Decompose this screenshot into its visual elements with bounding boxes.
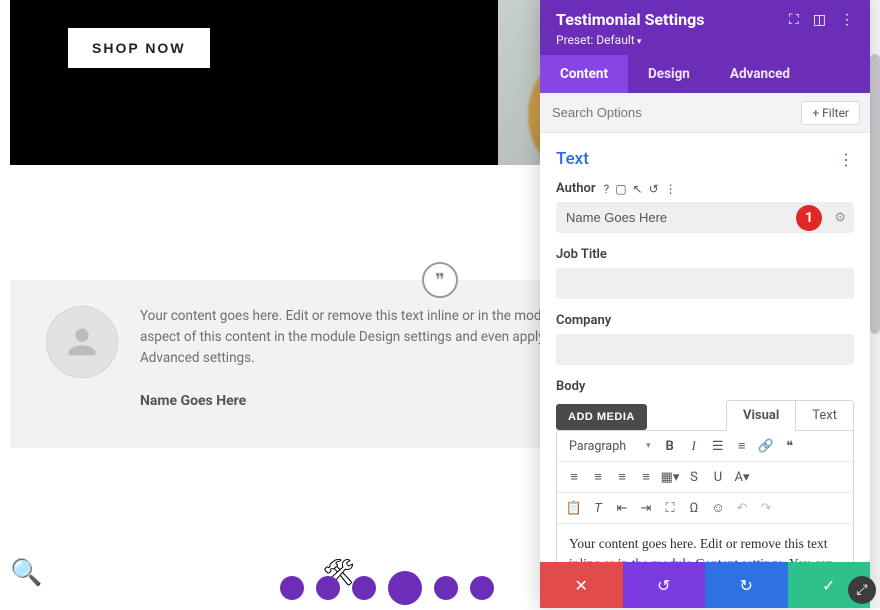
- format-select[interactable]: Paragraph: [563, 436, 657, 457]
- align-center-icon[interactable]: ≡: [587, 466, 609, 488]
- avatar: [46, 306, 118, 378]
- hover-icon[interactable]: ↖: [633, 182, 643, 196]
- bullet-list-icon[interactable]: ☰: [707, 435, 729, 457]
- search-row: + Filter: [540, 93, 870, 133]
- editor-body[interactable]: Your content goes here. Edit or remove t…: [557, 524, 853, 562]
- text-color-icon[interactable]: A▾: [731, 466, 753, 488]
- job-title-input[interactable]: [556, 268, 854, 299]
- field-menu-icon[interactable]: ⋮: [665, 182, 677, 196]
- company-input[interactable]: [556, 334, 854, 365]
- undo-button[interactable]: ↺: [623, 562, 706, 608]
- tabs: Content Design Advanced: [540, 55, 870, 93]
- visual-tab[interactable]: Visual: [726, 400, 795, 431]
- redo-button[interactable]: ↻: [705, 562, 788, 608]
- align-left-icon[interactable]: ≡: [563, 466, 585, 488]
- underline-icon[interactable]: U: [707, 466, 729, 488]
- align-right-icon[interactable]: ≡: [611, 466, 633, 488]
- company-label: Company: [556, 313, 611, 328]
- bold-icon[interactable]: B: [659, 435, 681, 457]
- italic-icon[interactable]: I: [683, 435, 705, 457]
- reset-icon[interactable]: ↺: [649, 182, 659, 196]
- link-icon[interactable]: 🔗: [755, 435, 777, 457]
- emoji-icon[interactable]: ☺: [707, 497, 729, 519]
- expand-fab-icon[interactable]: ⤢: [848, 576, 876, 604]
- responsive-icon[interactable]: ▢: [615, 182, 626, 196]
- scrollbar-thumb[interactable]: [870, 54, 880, 334]
- field-author: Author ? ▢ ↖ ↺ ⋮ 1 ⚙: [556, 181, 854, 233]
- field-body: Body ADD MEDIA Visual Text Paragraph B I…: [556, 379, 854, 562]
- pager-dot[interactable]: [434, 576, 458, 600]
- outdent-icon[interactable]: ⇤: [611, 497, 633, 519]
- section-menu-icon[interactable]: ⋮: [838, 150, 854, 169]
- paste-icon[interactable]: 📋: [563, 497, 585, 519]
- help-icon[interactable]: ?: [604, 182, 610, 196]
- indent-icon[interactable]: ⇥: [635, 497, 657, 519]
- scrollbar-track[interactable]: [870, 0, 880, 608]
- preset-dropdown[interactable]: Preset: Default: [556, 33, 854, 47]
- fullscreen-icon[interactable]: ⛶: [659, 497, 681, 519]
- text-tab[interactable]: Text: [795, 400, 854, 431]
- special-char-icon[interactable]: Ω: [683, 497, 705, 519]
- add-media-button[interactable]: ADD MEDIA: [556, 404, 647, 430]
- pager-dot-active[interactable]: [388, 571, 422, 605]
- undo-icon[interactable]: ↶: [731, 497, 753, 519]
- numbered-list-icon[interactable]: ≡: [731, 435, 753, 457]
- hero-left: SHOP NOW: [10, 0, 498, 165]
- callout-marker-1: 1: [796, 205, 822, 231]
- shop-now-button[interactable]: SHOP NOW: [68, 28, 210, 68]
- rich-text-editor: Paragraph B I ☰ ≡ 🔗 ❝ ≡ ≡ ≡ ≡ ▦▾ S U A▾: [556, 430, 854, 562]
- snap-icon[interactable]: ◫: [813, 12, 826, 28]
- redo-icon[interactable]: ↷: [755, 497, 777, 519]
- pager-dots: [280, 576, 494, 610]
- panel-footer: ✕ ↺ ↻ ✓: [540, 562, 870, 608]
- pager-dot[interactable]: [280, 576, 304, 600]
- settings-panel: Testimonial Settings ⛶ ◫ ⋮ Preset: Defau…: [540, 0, 870, 608]
- toolbar-row-3: 📋 T ⇤ ⇥ ⛶ Ω ☺ ↶ ↷: [557, 493, 853, 524]
- filter-button[interactable]: + Filter: [801, 101, 860, 125]
- body-label: Body: [556, 379, 585, 394]
- toolbar-row-1: Paragraph B I ☰ ≡ 🔗 ❝: [557, 431, 853, 462]
- pager-dot[interactable]: [352, 576, 376, 600]
- pager-dot[interactable]: [316, 576, 340, 600]
- tab-design[interactable]: Design: [628, 55, 710, 93]
- tab-advanced[interactable]: Advanced: [710, 55, 810, 93]
- panel-header[interactable]: Testimonial Settings ⛶ ◫ ⋮ Preset: Defau…: [540, 0, 870, 55]
- toolbar-row-2: ≡ ≡ ≡ ≡ ▦▾ S U A▾: [557, 462, 853, 493]
- clear-format-icon[interactable]: T: [587, 497, 609, 519]
- job-title-label: Job Title: [556, 247, 607, 262]
- table-icon[interactable]: ▦▾: [659, 466, 681, 488]
- panel-title: Testimonial Settings: [556, 10, 704, 29]
- tab-content[interactable]: Content: [540, 55, 628, 93]
- author-label: Author: [556, 181, 596, 196]
- pager-dot[interactable]: [470, 576, 494, 600]
- more-icon[interactable]: ⋮: [840, 12, 854, 28]
- search-icon[interactable]: 🔍: [10, 558, 42, 588]
- quote-icon: ❞: [422, 262, 458, 298]
- panel-body: Text ⋮ Author ? ▢ ↖ ↺ ⋮ 1 ⚙: [540, 133, 870, 562]
- search-input[interactable]: [550, 99, 801, 126]
- field-company: Company: [556, 313, 854, 365]
- cancel-button[interactable]: ✕: [540, 562, 623, 608]
- align-justify-icon[interactable]: ≡: [635, 466, 657, 488]
- dynamic-content-icon[interactable]: ⚙: [834, 210, 846, 225]
- field-job-title: Job Title: [556, 247, 854, 299]
- blockquote-icon[interactable]: ❝: [779, 435, 801, 457]
- section-title-text[interactable]: Text: [556, 149, 589, 169]
- strikethrough-icon[interactable]: S: [683, 466, 705, 488]
- expand-icon[interactable]: ⛶: [789, 12, 799, 28]
